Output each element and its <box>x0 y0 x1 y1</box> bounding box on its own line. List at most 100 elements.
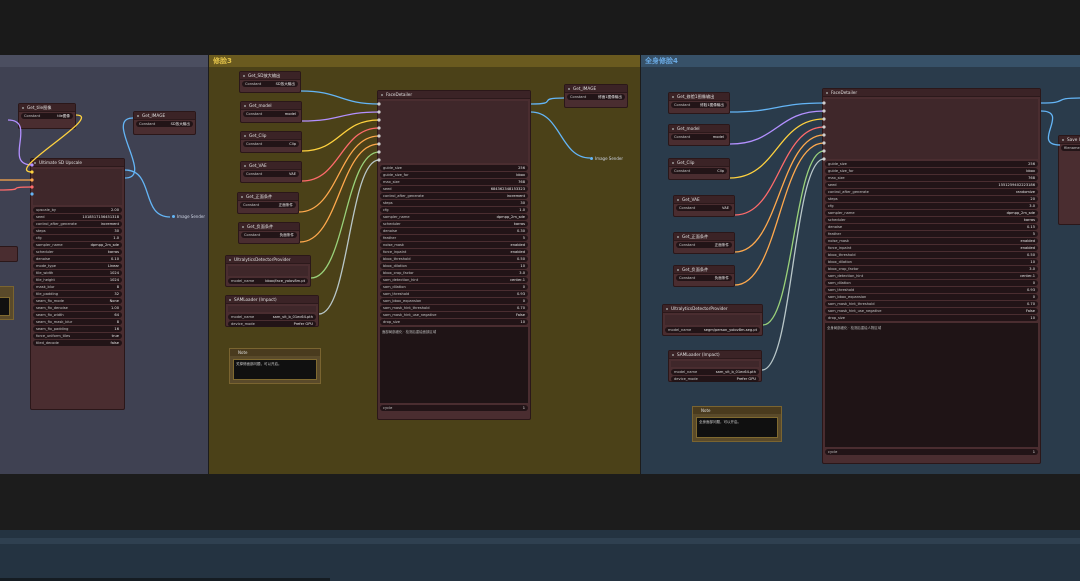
device-mode-row[interactable]: device_mode Prefer GPU <box>228 321 316 327</box>
constant-row[interactable]: Constant Clip <box>671 168 727 174</box>
note-text-box[interactable] <box>0 297 10 316</box>
constant-row[interactable]: Constant VAE <box>243 171 299 177</box>
widget-force-inpaint[interactable]: force_inpaint enabled <box>825 245 1038 251</box>
node-get-0[interactable]: Get_修脸1图像输出 Constant 修脸1图像输出 <box>668 92 730 114</box>
node-ultralytics-detector-right[interactable]: UltralyticsDetectorProvider model_name se… <box>662 304 763 336</box>
widget-sam-mask-hint-threshold[interactable]: sam_mask_hint_threshold 0.70 <box>825 301 1038 307</box>
widget-sam-mask-hint-use-negative[interactable]: sam_mask_hint_use_negative False <box>380 312 528 318</box>
widget-sam-detection-hint[interactable]: sam_detection_hint center-1 <box>380 277 528 283</box>
widget-seed[interactable]: seed 1018517156451318 <box>33 214 122 220</box>
cycle-row[interactable]: cycle 1 <box>825 449 1038 455</box>
widget-sam-mask-hint-use-negative[interactable]: sam_mask_hint_use_negative False <box>825 308 1038 314</box>
widget-bbox-dilation[interactable]: bbox_dilation 10 <box>825 259 1038 265</box>
node-get-3[interactable]: Get_VAE Constant VAE <box>240 161 302 183</box>
widget-force-inpaint[interactable]: force_inpaint enabled <box>380 249 528 255</box>
widget-tile-padding[interactable]: tile_padding 32 <box>33 291 122 297</box>
widget-seed[interactable]: seed 1551259402223186 <box>825 182 1038 188</box>
wildcard-textarea[interactable]: 全身局部细化 · 检测后重绘人物区域 <box>825 323 1038 447</box>
widget-control-after-generate[interactable]: control_after_generate increment <box>380 193 528 199</box>
node-get-1[interactable]: Get_model Constant model <box>240 101 302 123</box>
cycle-row[interactable]: cycle 1 <box>380 405 528 411</box>
widget-drop-size[interactable]: drop_size 10 <box>380 319 528 325</box>
constant-row[interactable]: Constant 修面1图像输出 <box>567 94 625 100</box>
constant-row[interactable]: Constant 负面条件 <box>676 275 732 281</box>
widget-scheduler[interactable]: scheduler karras <box>380 221 528 227</box>
model-name-row[interactable]: model_name sam_vit_b_01ec64.pth <box>228 314 316 320</box>
widget-sam-bbox-expansion[interactable]: sam_bbox_expansion 0 <box>825 294 1038 300</box>
constant-row[interactable]: Constant model <box>243 111 299 117</box>
widget-guide-size[interactable]: guide_size 256 <box>380 165 528 171</box>
widget-sam-detection-hint[interactable]: sam_detection_hint center-1 <box>825 273 1038 279</box>
constant-row[interactable]: Constant 正面条件 <box>240 202 296 208</box>
node-get-4[interactable]: Get_正面条件 Constant 正面条件 <box>237 192 299 214</box>
node-get-image-left[interactable]: Get_IMAGE Constant SD放大输出 <box>133 111 196 135</box>
node-save-image-right[interactable]: Save Image filename <box>1058 135 1080 225</box>
widget-steps[interactable]: steps 30 <box>33 228 122 234</box>
widget-noise-mask[interactable]: noise_mask enabled <box>825 238 1038 244</box>
node-get-tile-image[interactable]: Get_tile图像 Constant tile图像 <box>18 103 76 129</box>
widget-guide-size[interactable]: guide_size 256 <box>825 161 1038 167</box>
constant-row[interactable]: Constant SD放大输出 <box>242 81 298 87</box>
node-canvas[interactable]: 修脸3 全身修脸4 Get_tile图像 Constant tile图像 Get_… <box>0 0 1080 581</box>
constant-row[interactable]: Constant SD放大输出 <box>136 121 193 127</box>
widget-tiled-decode[interactable]: tiled_decode false <box>33 340 122 346</box>
widget-seam-fix-mask-blur[interactable]: seam_fix_mask_blur 8 <box>33 319 122 325</box>
constant-row[interactable]: Constant model <box>671 134 727 140</box>
widget-scheduler[interactable]: scheduler karras <box>825 217 1038 223</box>
widget-sampler-name[interactable]: sampler_name dpmpp_2m_sde <box>33 242 122 248</box>
widget-bbox-crop-factor[interactable]: bbox_crop_factor 3.0 <box>825 266 1038 272</box>
node-ultralytics-detector-mid[interactable]: UltralyticsDetectorProvider model_name bb… <box>225 255 311 287</box>
model-name-row[interactable]: model_name bbox/face_yolov8m.pt <box>228 278 308 284</box>
widget-denoise[interactable]: denoise 0.10 <box>33 256 122 262</box>
widget-drop-size[interactable]: drop_size 10 <box>825 315 1038 321</box>
constant-row[interactable]: Constant 修脸1图像输出 <box>671 102 727 108</box>
widget-sam-dilation[interactable]: sam_dilation 0 <box>380 284 528 290</box>
node-ultimate-sd-upscale[interactable]: Ultimate SD Upscale upscale_by 2.00 seed 10… <box>30 158 125 410</box>
node-get-2[interactable]: Get_Clip Constant Clip <box>240 131 302 153</box>
widget-bbox-dilation[interactable]: bbox_dilation 10 <box>380 263 528 269</box>
widget-denoise[interactable]: denoise 0.30 <box>380 228 528 234</box>
widget-guide-size-for[interactable]: guide_size_for bbox <box>825 168 1038 174</box>
widget-seam-fix-mode[interactable]: seam_fix_mode None <box>33 298 122 304</box>
widget-seam-fix-padding[interactable]: seam_fix_padding 16 <box>33 326 122 332</box>
model-name-row[interactable]: model_name segm/person_yolov8m-seg.pt <box>665 327 760 333</box>
image-sender-mid[interactable]: Image Sender <box>590 156 623 161</box>
widget-denoise[interactable]: denoise 0.15 <box>825 224 1038 230</box>
note-mid[interactable]: Note 关掉修面部问题，可以开启。 <box>229 348 321 384</box>
widget-control-after-generate[interactable]: control_after_generate increment <box>33 221 122 227</box>
widget-bbox-crop-factor[interactable]: bbox_crop_factor 3.0 <box>380 270 528 276</box>
widget-feather[interactable]: feather 5 <box>825 231 1038 237</box>
constant-row[interactable]: Constant 负面条件 <box>241 232 297 238</box>
note-text-box[interactable]: 全身面部问题，可以开启。 <box>696 417 778 438</box>
node-get-2[interactable]: Get_Clip Constant Clip <box>668 158 730 180</box>
widget-tile-width[interactable]: tile_width 1024 <box>33 270 122 276</box>
widget-sam-dilation[interactable]: sam_dilation 0 <box>825 280 1038 286</box>
node-sam-loader-mid[interactable]: SAMLoader (Impact) model_name sam_vit_b_0… <box>225 295 319 327</box>
widget-seam-fix-width[interactable]: seam_fix_width 64 <box>33 312 122 318</box>
constant-row[interactable]: Constant 正面条件 <box>676 242 732 248</box>
widget-cfg[interactable]: cfg 1.0 <box>380 207 528 213</box>
widget-max-size[interactable]: max_size 768 <box>380 179 528 185</box>
node-face-detailer-right[interactable]: FaceDetailer guide_size 256 guide_size_for… <box>822 88 1041 464</box>
node-get-0[interactable]: Get_SD放大输出 Constant SD放大输出 <box>239 71 301 93</box>
widget-noise-mask[interactable]: noise_mask enabled <box>380 242 528 248</box>
widget-steps[interactable]: steps 20 <box>825 196 1038 202</box>
note-left-partial[interactable] <box>0 286 14 320</box>
model-name-row[interactable]: model_name sam_vit_b_01ec64.pth <box>671 369 759 375</box>
image-sender-left[interactable]: Image Sender <box>172 214 205 219</box>
constant-row[interactable]: Constant Clip <box>243 141 299 147</box>
widget-sam-threshold[interactable]: sam_threshold 0.93 <box>825 287 1038 293</box>
widget-max-size[interactable]: max_size 768 <box>825 175 1038 181</box>
widget-bbox-threshold[interactable]: bbox_threshold 0.50 <box>380 256 528 262</box>
node-get-5[interactable]: Get_负面条件 Constant 负面条件 <box>238 222 300 244</box>
node-left-partial[interactable] <box>0 246 18 262</box>
widget-bbox-threshold[interactable]: bbox_threshold 0.50 <box>825 252 1038 258</box>
widget-guide-size-for[interactable]: guide_size_for bbox <box>380 172 528 178</box>
node-face-detailer-mid[interactable]: FaceDetailer guide_size 256 guide_size_for… <box>377 90 531 420</box>
widget-scheduler[interactable]: scheduler karras <box>33 249 122 255</box>
note-right[interactable]: Note 全身面部问题，可以开启。 <box>692 406 782 442</box>
constant-row[interactable]: Constant VAE <box>676 205 732 211</box>
widget-tile-height[interactable]: tile_height 1024 <box>33 277 122 283</box>
node-get-4[interactable]: Get_正面条件 Constant 正面条件 <box>673 232 735 254</box>
widget-sampler-name[interactable]: sampler_name dpmpp_2m_sde <box>380 214 528 220</box>
